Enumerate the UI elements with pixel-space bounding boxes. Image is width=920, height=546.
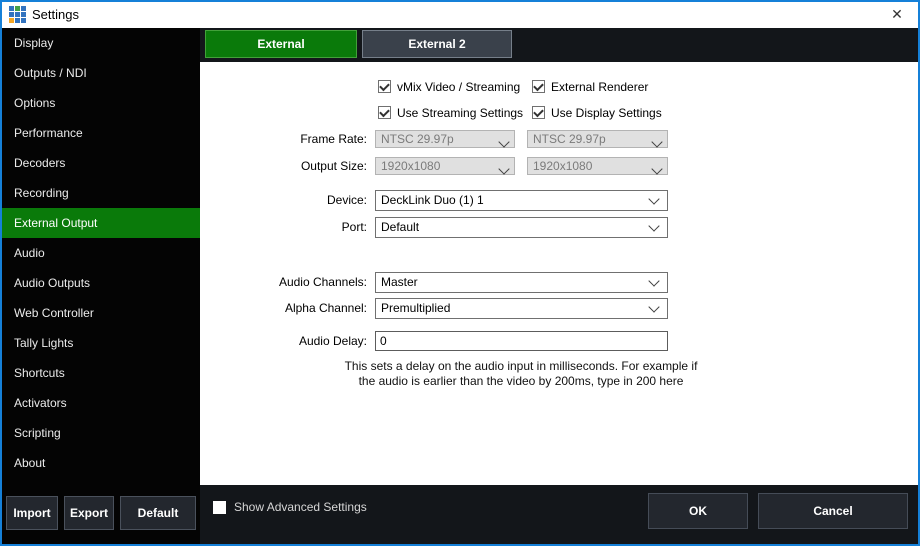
frame-rate-label: Frame Rate: xyxy=(202,130,367,148)
sidebar-item-tally-lights[interactable]: Tally Lights xyxy=(2,328,200,358)
check-icon xyxy=(533,107,544,118)
port-value: Default xyxy=(381,220,419,234)
external-renderer-checkbox[interactable] xyxy=(532,80,545,93)
sidebar-item-recording[interactable]: Recording xyxy=(2,178,200,208)
chevron-down-icon xyxy=(648,301,659,312)
tab-external-2[interactable]: External 2 xyxy=(362,30,512,58)
audio-channels-select[interactable]: Master xyxy=(375,272,668,293)
use-streaming-settings-label: Use Streaming Settings xyxy=(397,106,523,120)
default-button[interactable]: Default xyxy=(120,496,196,530)
device-label: Device: xyxy=(202,190,367,211)
sidebar-item-options[interactable]: Options xyxy=(2,88,200,118)
show-advanced-settings-label: Show Advanced Settings xyxy=(234,501,367,514)
port-select[interactable]: Default xyxy=(375,217,668,238)
check-icon xyxy=(379,107,390,118)
device-select[interactable]: DeckLink Duo (1) 1 xyxy=(375,190,668,211)
vmix-video-streaming-checkbox[interactable] xyxy=(378,80,391,93)
show-advanced-settings-checkbox[interactable] xyxy=(213,501,226,514)
output-size-select-left[interactable]: 1920x1080 xyxy=(375,157,515,175)
chevron-down-icon xyxy=(648,275,659,286)
title-bar: Settings ✕ xyxy=(2,2,918,28)
check-icon xyxy=(379,81,390,92)
sidebar-item-activators[interactable]: Activators xyxy=(2,388,200,418)
vmix-logo-icon xyxy=(9,6,27,24)
settings-window: Settings ✕ Display Outputs / NDI Options… xyxy=(0,0,920,546)
import-button[interactable]: Import xyxy=(6,496,58,530)
audio-channels-value: Master xyxy=(381,275,418,289)
sidebar-item-audio-outputs[interactable]: Audio Outputs xyxy=(2,268,200,298)
alpha-channel-label: Alpha Channel: xyxy=(202,298,367,319)
vmix-video-streaming-label: vMix Video / Streaming xyxy=(397,80,520,94)
cancel-button[interactable]: Cancel xyxy=(758,493,908,529)
external-renderer-label: External Renderer xyxy=(551,80,648,94)
audio-delay-input[interactable] xyxy=(375,331,668,351)
sidebar-item-outputs-ndi[interactable]: Outputs / NDI xyxy=(2,58,200,88)
sidebar-item-audio[interactable]: Audio xyxy=(2,238,200,268)
window-title: Settings xyxy=(32,2,79,28)
audio-delay-help-text: This sets a delay on the audio input in … xyxy=(335,359,707,389)
tab-external[interactable]: External xyxy=(205,30,357,58)
close-icon[interactable]: ✕ xyxy=(882,2,912,28)
sidebar-item-external-output[interactable]: External Output xyxy=(2,208,200,238)
audio-channels-label: Audio Channels: xyxy=(202,272,367,293)
use-display-settings-checkbox[interactable] xyxy=(532,106,545,119)
chevron-down-icon xyxy=(648,193,659,204)
output-size-select-right[interactable]: 1920x1080 xyxy=(527,157,668,175)
use-display-settings-label: Use Display Settings xyxy=(551,106,662,120)
sidebar-item-performance[interactable]: Performance xyxy=(2,118,200,148)
external-output-panel: vMix Video / Streaming External Renderer… xyxy=(200,62,918,485)
device-value: DeckLink Duo (1) 1 xyxy=(381,193,484,207)
sidebar-item-web-controller[interactable]: Web Controller xyxy=(2,298,200,328)
use-streaming-settings-checkbox[interactable] xyxy=(378,106,391,119)
alpha-channel-value: Premultiplied xyxy=(381,301,450,315)
port-label: Port: xyxy=(202,217,367,238)
sidebar-item-about[interactable]: About xyxy=(2,448,200,478)
sidebar-item-display[interactable]: Display xyxy=(2,28,200,58)
export-button[interactable]: Export xyxy=(64,496,114,530)
sidebar-item-shortcuts[interactable]: Shortcuts xyxy=(2,358,200,388)
frame-rate-select-right[interactable]: NTSC 29.97p xyxy=(527,130,668,148)
alpha-channel-select[interactable]: Premultiplied xyxy=(375,298,668,319)
audio-delay-label: Audio Delay: xyxy=(202,331,367,351)
sidebar-item-decoders[interactable]: Decoders xyxy=(2,148,200,178)
check-icon xyxy=(533,81,544,92)
sidebar-item-scripting[interactable]: Scripting xyxy=(2,418,200,448)
output-size-label: Output Size: xyxy=(202,157,367,175)
sidebar: Display Outputs / NDI Options Performanc… xyxy=(2,28,200,544)
footer-bar: Show Advanced Settings OK Cancel xyxy=(200,485,918,544)
chevron-down-icon xyxy=(648,220,659,231)
ok-button[interactable]: OK xyxy=(648,493,748,529)
tab-strip: External External 2 xyxy=(200,28,918,62)
frame-rate-select-left[interactable]: NTSC 29.97p xyxy=(375,130,515,148)
